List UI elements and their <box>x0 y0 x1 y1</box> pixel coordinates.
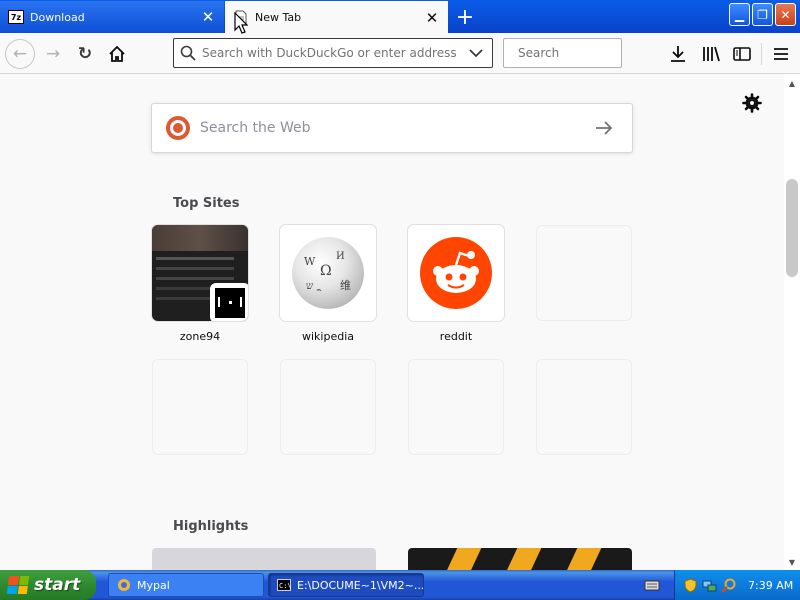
pong-icon <box>210 283 248 321</box>
wikipedia-globe-icon: Ω W И 维 ש ิ <box>292 237 364 309</box>
arrow-right-icon: → <box>45 44 61 64</box>
taskbar-button-cmd[interactable]: C:\ E:\DOCUME~1\VM2~... <box>268 573 424 597</box>
top-site-empty <box>408 359 504 455</box>
empty-tile <box>280 359 376 455</box>
minimize-icon: ▁ <box>734 7 745 22</box>
start-label: start <box>34 575 81 595</box>
back-button[interactable]: ← <box>5 39 35 69</box>
taskbar-button-label: E:\DOCUME~1\VM2~... <box>297 578 424 592</box>
tab-close-icon[interactable]: ✕ <box>424 9 440 27</box>
reload-button[interactable]: ↻ <box>70 39 100 69</box>
home-icon <box>109 45 125 62</box>
new-tab-button[interactable]: + <box>452 4 478 30</box>
web-search-input[interactable] <box>200 120 588 136</box>
reddit-icon <box>420 237 492 309</box>
tab-label: New Tab <box>255 11 302 24</box>
web-search-submit-button[interactable] <box>588 112 620 144</box>
search-bar[interactable] <box>503 38 668 68</box>
empty-tile <box>152 359 248 455</box>
plus-icon: + <box>455 4 475 30</box>
scroll-thumb[interactable] <box>786 179 798 277</box>
top-site-empty <box>536 225 632 321</box>
top-site-zone94[interactable]: zone94 <box>152 225 248 343</box>
tab-new-tab[interactable]: New Tab ✕ <box>225 1 448 34</box>
highlight-card[interactable] <box>152 548 376 570</box>
page-settings-button[interactable] <box>742 93 762 113</box>
library-button[interactable] <box>696 39 726 69</box>
gear-icon <box>742 93 762 113</box>
downloads-button[interactable] <box>663 39 693 69</box>
toolbar-separator <box>761 43 762 65</box>
svg-text:C:\: C:\ <box>279 582 291 590</box>
top-site-empty <box>536 359 632 455</box>
top-site-title: zone94 <box>179 330 221 343</box>
web-search-box[interactable] <box>151 103 633 153</box>
menu-button[interactable] <box>766 39 796 69</box>
mypal-icon <box>118 579 130 591</box>
arrow-right-icon <box>596 121 613 135</box>
url-dropdown-button[interactable] <box>464 41 488 65</box>
empty-tile <box>408 359 504 455</box>
top-site-tile[interactable] <box>408 225 504 321</box>
sidebar-icon <box>733 47 751 61</box>
new-tab-page: Top Sites zone94 Ω W И 维 ש ิ wikipedia <box>0 75 784 570</box>
home-button[interactable] <box>102 39 132 69</box>
tab-strip: 7z Download ✕ New Tab ✕ + ▁ ❐ ✕ <box>0 0 800 34</box>
taskbar-button-mypal[interactable]: Mypal <box>108 573 264 597</box>
library-icon <box>703 46 720 62</box>
search-icon[interactable] <box>721 578 736 593</box>
top-site-wikipedia[interactable]: Ω W И 维 ש ิ wikipedia <box>280 225 376 343</box>
hamburger-menu-icon <box>774 48 788 60</box>
mouse-cursor-icon <box>234 12 248 34</box>
cmd-icon: C:\ <box>277 579 291 591</box>
restore-icon: ❐ <box>757 7 768 22</box>
navigation-toolbar: ← → ↻ <box>0 33 800 74</box>
top-site-empty <box>152 359 248 455</box>
sidebar-button[interactable] <box>727 39 757 69</box>
taskbar-button-label: Mypal <box>137 578 170 592</box>
top-site-empty <box>280 359 376 455</box>
address-bar[interactable] <box>173 38 493 68</box>
window-controls: ▁ ❐ ✕ <box>729 3 796 26</box>
network-icon[interactable] <box>702 578 717 593</box>
search-icon <box>180 45 196 61</box>
tab-label: Download <box>30 10 85 24</box>
top-site-tile[interactable] <box>152 225 248 321</box>
keyboard-icon[interactable] <box>644 577 660 593</box>
empty-tile <box>536 359 632 455</box>
windows-flag-icon <box>6 576 30 594</box>
address-input[interactable] <box>202 46 464 60</box>
taskbar: start Mypal C:\ E:\DOCUME~1\VM2~... 7:39… <box>0 570 800 600</box>
search-input[interactable] <box>518 46 668 60</box>
close-window-button[interactable]: ✕ <box>775 3 796 26</box>
start-button[interactable]: start <box>0 570 96 600</box>
forward-button[interactable]: → <box>38 39 68 69</box>
arrow-left-icon: ← <box>12 44 28 64</box>
clock[interactable]: 7:39 AM <box>748 579 793 592</box>
highlights-heading: Highlights <box>173 519 249 534</box>
security-shield-icon[interactable] <box>683 577 698 593</box>
restore-button[interactable]: ❐ <box>752 3 773 26</box>
system-tray: 7:39 AM <box>674 570 800 600</box>
minimize-button[interactable]: ▁ <box>729 3 750 26</box>
empty-tile <box>536 225 632 321</box>
highlight-card[interactable] <box>408 548 632 570</box>
scroll-down-arrow[interactable]: ▼ <box>784 554 800 570</box>
top-site-tile[interactable]: Ω W И 维 ש ิ <box>280 225 376 321</box>
scroll-up-arrow[interactable]: ▲ <box>784 75 800 91</box>
top-sites-heading: Top Sites <box>173 196 240 211</box>
tab-download[interactable]: 7z Download ✕ <box>0 1 224 33</box>
close-icon: ✕ <box>780 7 791 22</box>
duckduckgo-icon <box>166 116 190 140</box>
top-site-title: reddit <box>439 330 473 343</box>
top-site-title: wikipedia <box>301 330 354 343</box>
7z-icon: 7z <box>8 10 24 24</box>
top-site-reddit[interactable]: reddit <box>408 225 504 343</box>
reload-icon: ↻ <box>77 44 93 64</box>
download-icon <box>671 46 685 62</box>
vertical-scrollbar[interactable]: ▲ ▼ <box>784 75 800 570</box>
tab-close-icon[interactable]: ✕ <box>200 8 216 26</box>
chevron-down-icon <box>469 49 483 58</box>
